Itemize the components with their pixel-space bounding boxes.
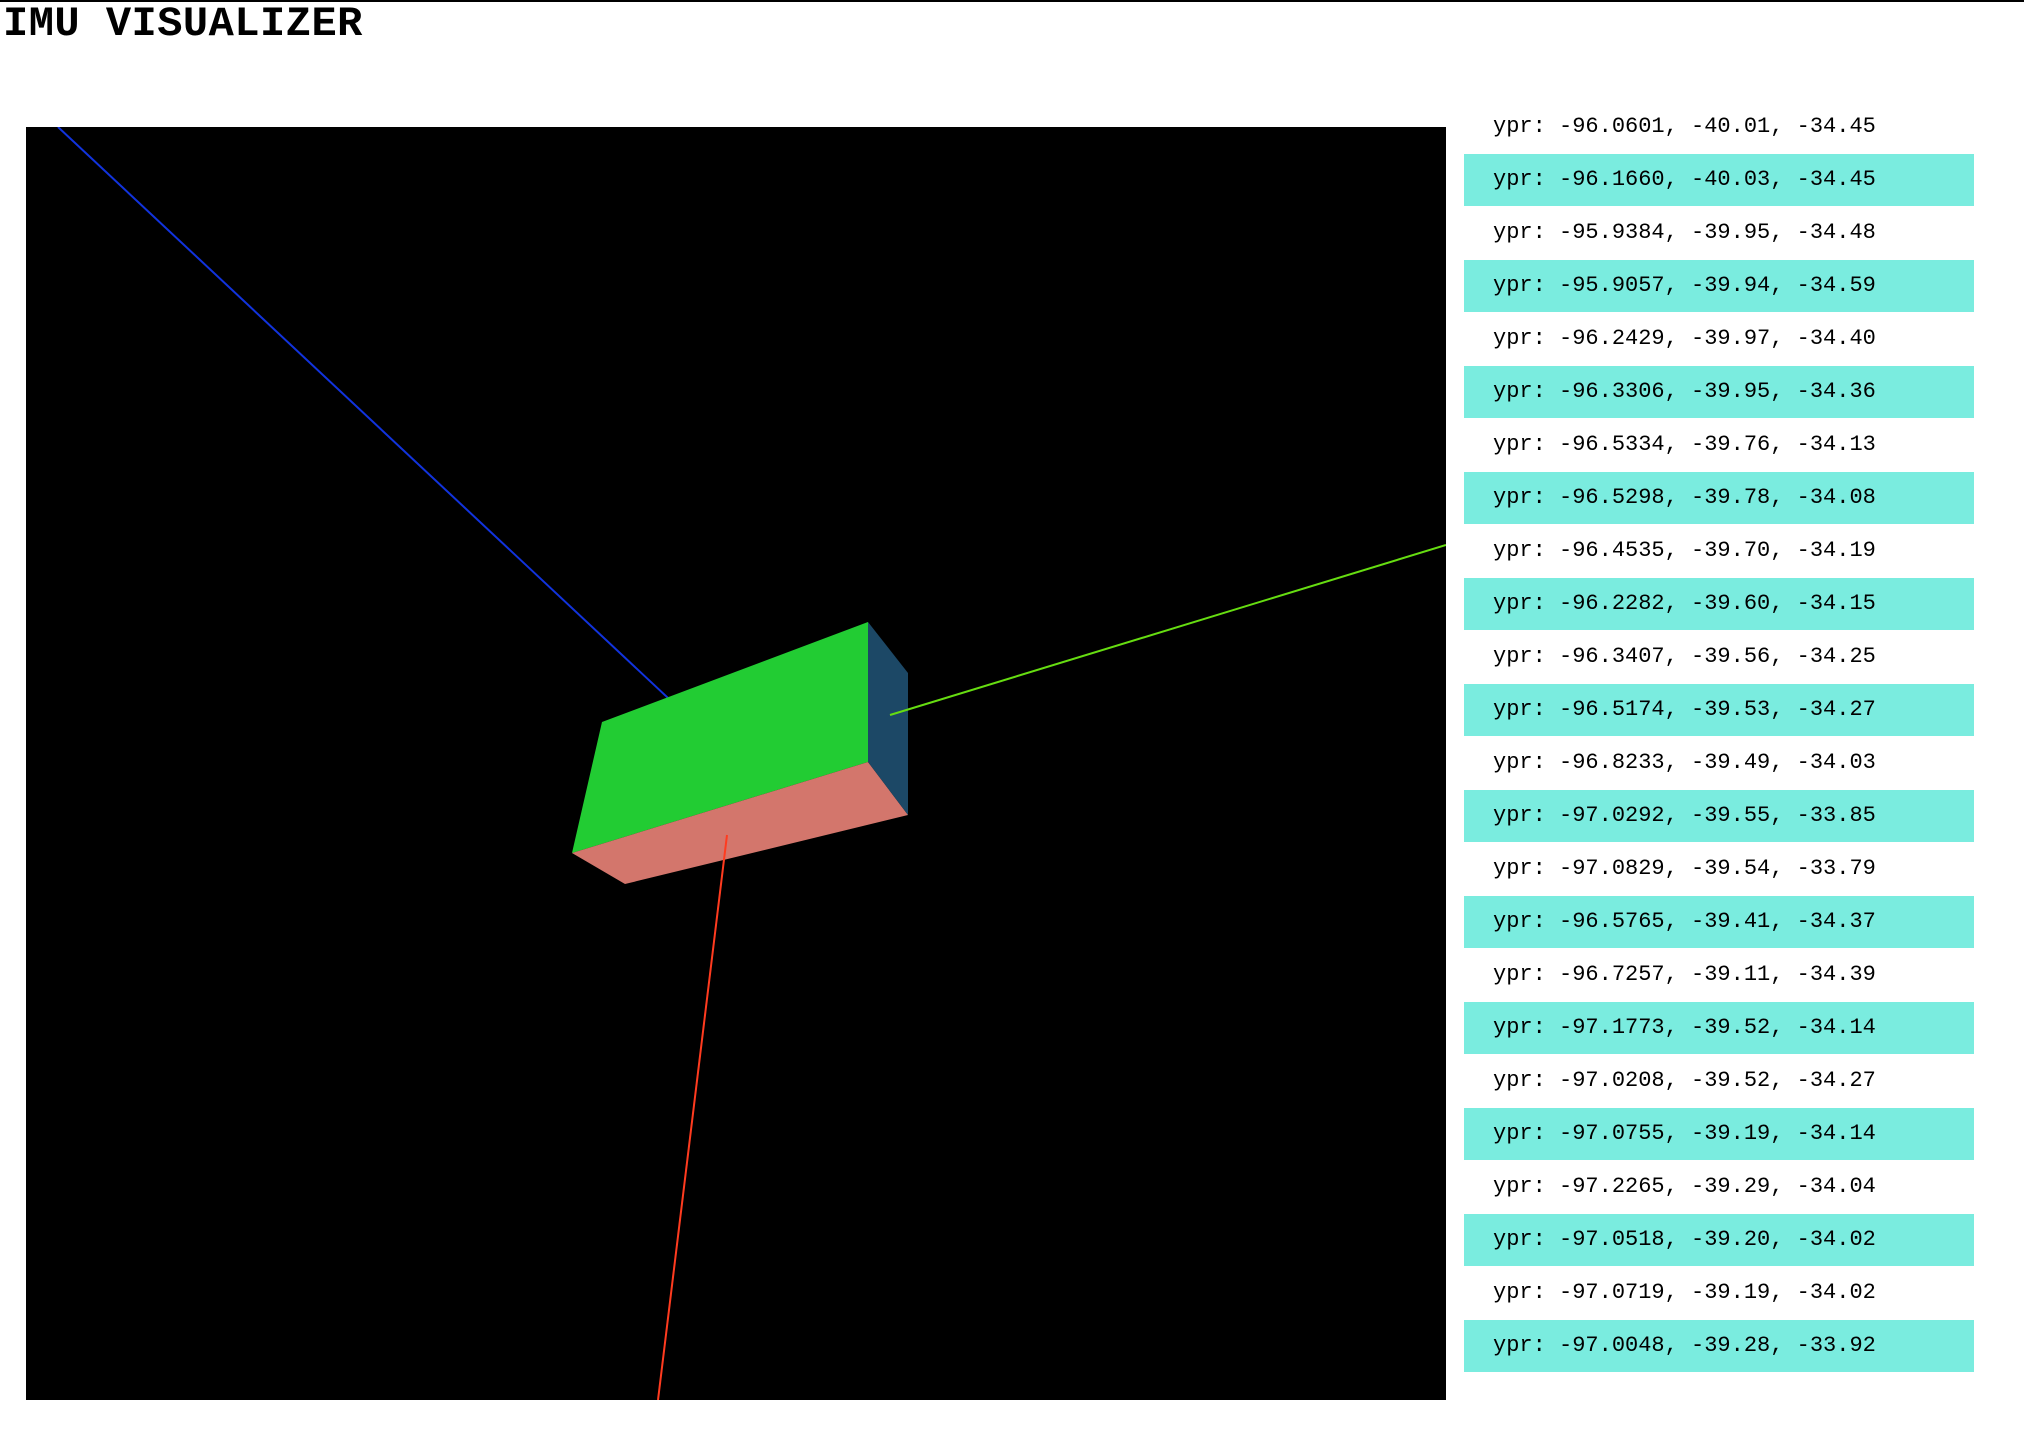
log-entry: ypr: -96.2429, -39.97, -34.40 xyxy=(1493,326,1876,351)
log-entry: ypr: -96.8233, -39.49, -34.03 xyxy=(1493,750,1876,775)
log-entry: ypr: -96.5334, -39.76, -34.13 xyxy=(1493,432,1876,457)
log-entry: ypr: -96.5174, -39.53, -34.27 xyxy=(1464,684,1974,736)
log-entry: ypr: -97.0208, -39.52, -34.27 xyxy=(1493,1068,1876,1093)
imu-3d-viewport[interactable] xyxy=(26,127,1446,1400)
z-axis-line xyxy=(57,127,715,742)
log-entry: ypr: -96.0601, -40.01, -34.45 xyxy=(1493,114,1876,139)
log-entry: ypr: -97.0292, -39.55, -33.85 xyxy=(1464,790,1974,842)
log-entry: ypr: -96.2282, -39.60, -34.15 xyxy=(1464,578,1974,630)
log-entry: ypr: -97.2265, -39.29, -34.04 xyxy=(1493,1174,1876,1199)
log-entry: ypr: -96.1660, -40.03, -34.45 xyxy=(1464,154,1974,206)
log-entry: ypr: -95.9384, -39.95, -34.48 xyxy=(1493,220,1876,245)
log-entry: ypr: -97.0719, -39.19, -34.02 xyxy=(1493,1280,1876,1305)
log-entry: ypr: -97.1773, -39.52, -34.14 xyxy=(1464,1002,1974,1054)
log-entry: ypr: -97.0829, -39.54, -33.79 xyxy=(1493,856,1876,881)
log-entry: ypr: -95.9057, -39.94, -34.59 xyxy=(1464,260,1974,312)
x-axis-line xyxy=(657,834,728,1400)
ypr-log-list: ypr: -96.0601, -40.01, -34.45 ypr: -96.16… xyxy=(1464,101,1974,1373)
log-entry: ypr: -97.0755, -39.19, -34.14 xyxy=(1464,1108,1974,1160)
log-entry: ypr: -96.4535, -39.70, -34.19 xyxy=(1493,538,1876,563)
log-entry: ypr: -96.7257, -39.11, -34.39 xyxy=(1493,962,1876,987)
log-entry: ypr: -96.5298, -39.78, -34.08 xyxy=(1464,472,1974,524)
log-entry: ypr: -96.3306, -39.95, -34.36 xyxy=(1464,366,1974,418)
imu-scene xyxy=(57,127,1446,1400)
page-title: IMU VISUALIZER xyxy=(3,0,363,48)
y-axis-line xyxy=(889,544,1446,716)
log-entry: ypr: -96.5765, -39.41, -34.37 xyxy=(1464,896,1974,948)
log-entry: ypr: -96.3407, -39.56, -34.25 xyxy=(1493,644,1876,669)
log-entry: ypr: -97.0518, -39.20, -34.02 xyxy=(1464,1214,1974,1266)
log-entry: ypr: -97.0048, -39.28, -33.92 xyxy=(1464,1320,1974,1372)
